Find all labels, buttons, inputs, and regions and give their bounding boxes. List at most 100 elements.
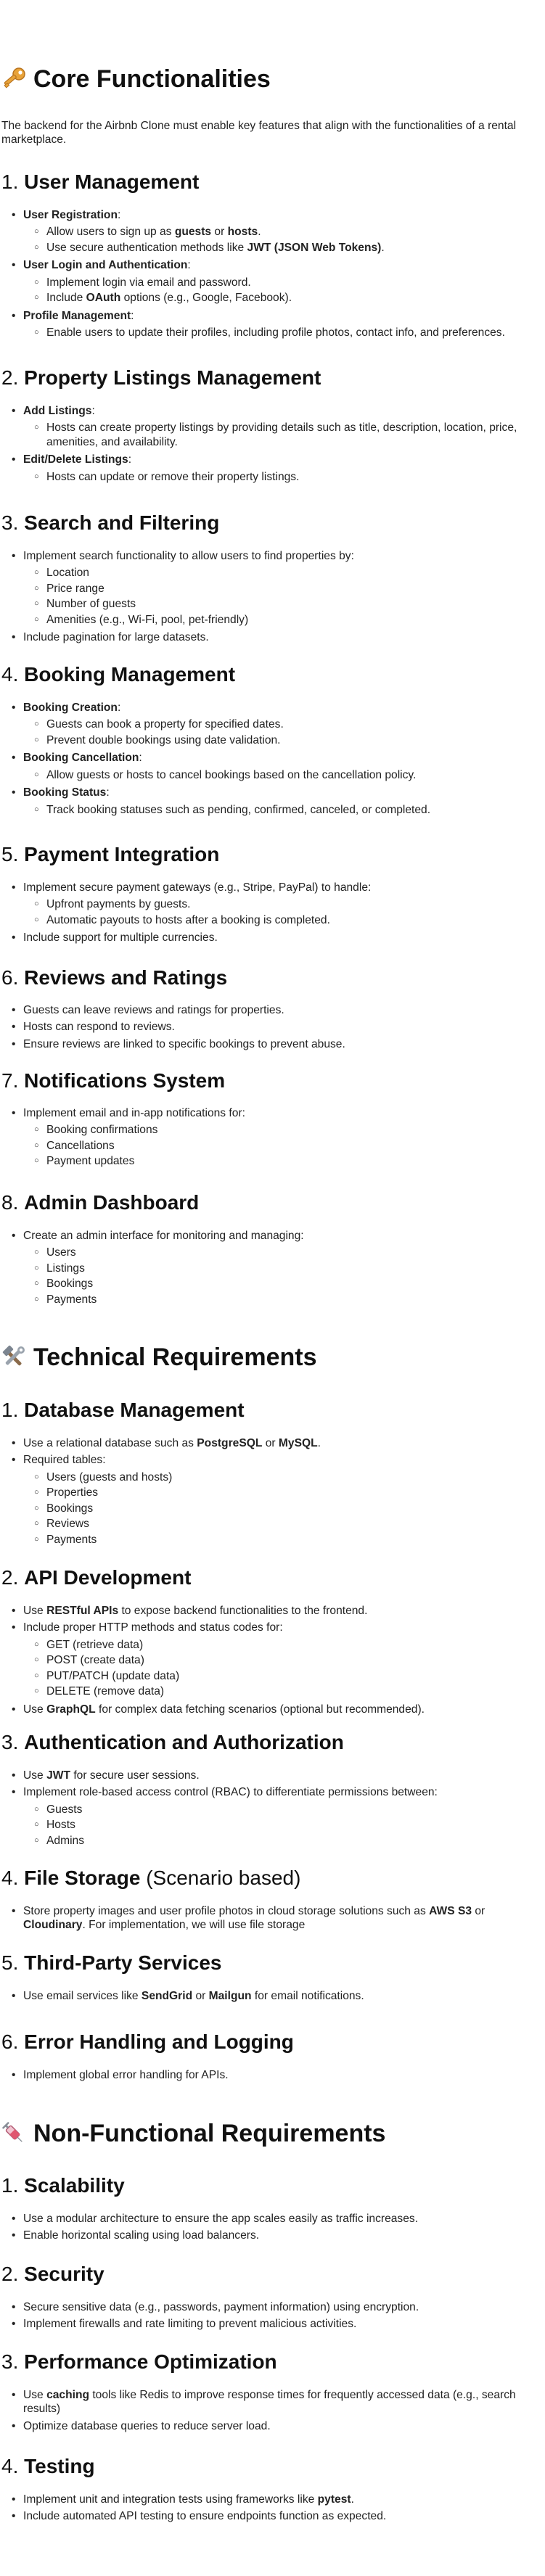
list-item: Include automated API testing to ensure … — [12, 2509, 538, 2524]
property-listings-list: Add Listings: Hosts can create property … — [1, 404, 538, 487]
subheading-file-storage: 4. File Storage (Scenario based) — [1, 1867, 301, 1889]
list-item: Edit/Delete Listings: Hosts can update o… — [12, 453, 538, 484]
list-item: Allow users to sign up as guests or host… — [34, 225, 538, 239]
list-item: Booking confirmations — [34, 1123, 538, 1137]
list-item: Cancellations — [34, 1139, 538, 1153]
subheading-payment-integration: 5. Payment Integration — [1, 843, 220, 865]
subheading-notifications: 7. Notifications System — [1, 1069, 226, 1092]
list-item: Use caching tools like Redis to improve … — [12, 2388, 538, 2416]
list-item: Optimize database queries to reduce serv… — [12, 2419, 538, 2434]
list-item: Booking Creation: Guests can book a prop… — [12, 701, 538, 747]
list-item: Location — [34, 566, 538, 580]
api-development-list: Use RESTful APIs to expose backend funct… — [1, 1604, 538, 1719]
file-storage-list: Store property images and user profile p… — [1, 1904, 538, 1935]
list-item: Allow guests or hosts to cancel bookings… — [34, 768, 538, 782]
list-item: Profile Management: Enable users to upda… — [12, 309, 538, 340]
section-title: Non-Functional Requirements — [33, 2120, 386, 2147]
subheading-scalability: 1. Scalability — [1, 2174, 125, 2197]
list-item: Use JWT for secure user sessions. — [12, 1769, 538, 1783]
list-item: Upfront payments by guests. — [34, 897, 538, 911]
subheading-testing: 4. Testing — [1, 2455, 95, 2477]
list-item: Bookings — [34, 1502, 538, 1515]
list-item: Use a relational database such as Postgr… — [12, 1436, 538, 1451]
list-item: Implement secure payment gateways (e.g.,… — [12, 881, 538, 927]
subheading-search-filtering: 3. Search and Filtering — [1, 511, 220, 534]
list-item: Required tables: Users (guests and hosts… — [12, 1453, 538, 1547]
section-title: Technical Requirements — [33, 1343, 317, 1371]
intro-paragraph: The backend for the Airbnb Clone must en… — [1, 120, 517, 147]
notifications-list: Implement email and in-app notifications… — [1, 1106, 538, 1172]
subheading-authentication: 3. Authentication and Authorization — [1, 1731, 344, 1753]
subheading-performance: 3. Performance Optimization — [1, 2350, 277, 2373]
list-item: Amenities (e.g., Wi-Fi, pool, pet-friend… — [34, 613, 538, 627]
performance-list: Use caching tools like Redis to improve … — [1, 2388, 538, 2436]
subheading-user-management: 1. User Management — [1, 170, 200, 193]
list-item: Properties — [34, 1486, 538, 1499]
subheading-admin-dashboard: 8. Admin Dashboard — [1, 1191, 200, 1214]
list-item: DELETE (remove data) — [34, 1684, 538, 1698]
list-item: POST (create data) — [34, 1653, 538, 1667]
list-item: Automatic payouts to hosts after a booki… — [34, 913, 538, 927]
list-item: Enable users to update their profiles, i… — [34, 326, 538, 340]
user-management-list: User Registration: Allow users to sign u… — [1, 208, 538, 344]
list-item: Use email services like SendGrid or Mail… — [12, 1989, 538, 2004]
list-item: Create an admin interface for monitoring… — [12, 1229, 538, 1306]
payment-integration-list: Implement secure payment gateways (e.g.,… — [1, 881, 538, 948]
section-heading-core: Core Functionalities — [1, 64, 271, 95]
list-item: Hosts can create property listings by pr… — [34, 421, 538, 449]
list-item: Include proper HTTP methods and status c… — [12, 1621, 538, 1698]
list-item: Hosts can update or remove their propert… — [34, 470, 538, 484]
key-emoji-icon — [1, 67, 26, 91]
list-item: Hosts can respond to reviews. — [12, 1020, 538, 1034]
third-party-list: Use email services like SendGrid or Mail… — [1, 1989, 538, 2006]
list-item: Use GraphQL for complex data fetching sc… — [12, 1703, 538, 1717]
list-item: User Registration: Allow users to sign u… — [12, 208, 538, 255]
list-item: Store property images and user profile p… — [12, 1904, 538, 1933]
list-item: Secure sensitive data (e.g., passwords, … — [12, 2300, 538, 2315]
list-item: Implement firewalls and rate limiting to… — [12, 2317, 538, 2332]
list-item: Admins — [34, 1834, 538, 1848]
section-heading-technical: Technical Requirements — [1, 1342, 317, 1373]
list-item: Implement global error handling for APIs… — [12, 2068, 538, 2083]
list-item: Number of guests — [34, 597, 538, 611]
subheading-security: 2. Security — [1, 2263, 105, 2285]
list-item: Implement login via email and password. — [34, 276, 538, 289]
subheading-property-listings: 2. Property Listings Management — [1, 366, 321, 389]
list-item: Payments — [34, 1293, 538, 1306]
list-item: Enable horizontal scaling using load bal… — [12, 2229, 538, 2243]
section-title: Core Functionalities — [33, 65, 271, 93]
list-item: Reviews — [34, 1517, 538, 1531]
booking-management-list: Booking Creation: Guests can book a prop… — [1, 701, 538, 820]
list-item: Payment updates — [34, 1154, 538, 1168]
security-list: Secure sensitive data (e.g., passwords, … — [1, 2300, 538, 2334]
list-item: Implement unit and integration tests usi… — [12, 2493, 538, 2507]
list-item: Include pagination for large datasets. — [12, 630, 538, 645]
subheading-api-development: 2. API Development — [1, 1566, 192, 1589]
subheading-error-handling: 6. Error Handling and Logging — [1, 2030, 294, 2053]
admin-dashboard-list: Create an admin interface for monitoring… — [1, 1229, 538, 1310]
list-item: Implement search functionality to allow … — [12, 549, 538, 627]
subheading-reviews-ratings: 6. Reviews and Ratings — [1, 966, 228, 989]
hammer-and-wrench-emoji-icon — [1, 1345, 26, 1370]
search-filtering-list: Implement search functionality to allow … — [1, 549, 538, 648]
list-item: Add Listings: Hosts can create property … — [12, 404, 538, 449]
list-item: User Login and Authentication: Implement… — [12, 258, 538, 305]
list-item: Price range — [34, 582, 538, 596]
list-item: Booking Status: Track booking statuses s… — [12, 786, 538, 817]
list-item: Track booking statuses such as pending, … — [34, 803, 538, 817]
list-item: PUT/PATCH (update data) — [34, 1669, 538, 1683]
list-item: Guests can leave reviews and ratings for… — [12, 1003, 538, 1018]
list-item: Guests — [34, 1803, 538, 1816]
list-item: Guests can book a property for specified… — [34, 717, 538, 731]
list-item: Listings — [34, 1262, 538, 1275]
list-item: Users (guests and hosts) — [34, 1470, 538, 1484]
testing-list: Implement unit and integration tests usi… — [1, 2493, 538, 2527]
subheading-booking-management: 4. Booking Management — [1, 663, 236, 686]
list-item: Include support for multiple currencies. — [12, 931, 538, 945]
list-item: Use RESTful APIs to expose backend funct… — [12, 1604, 538, 1618]
list-item: Use secure authentication methods like J… — [34, 241, 538, 255]
section-heading-non-functional: Non-Functional Requirements — [1, 2118, 385, 2149]
list-item: Prevent double bookings using date valid… — [34, 733, 538, 747]
syringe-emoji-icon — [1, 2121, 26, 2146]
subheading-third-party: 5. Third-Party Services — [1, 1951, 222, 1974]
